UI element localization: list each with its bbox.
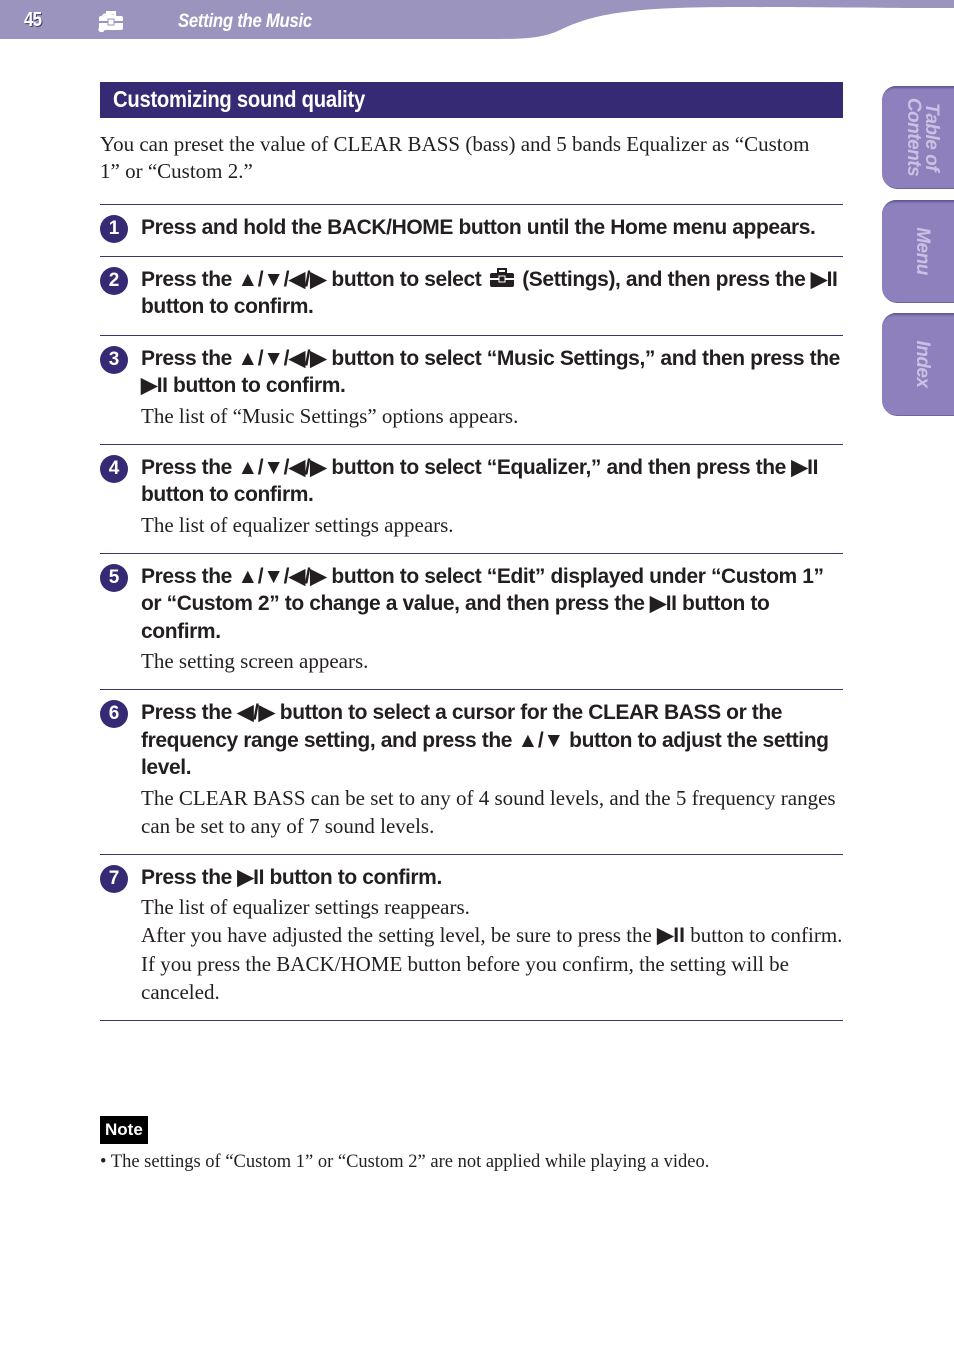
step-number-badge: 3 — [100, 345, 128, 374]
tab-label: Table of Contents — [903, 97, 942, 177]
text: Press the — [141, 865, 238, 889]
text: button to confirm. — [141, 295, 314, 318]
tab-menu[interactable]: Menu — [882, 200, 954, 302]
text: button to select “Music Settings,” and t… — [325, 346, 840, 370]
tab-label: Index — [912, 340, 933, 388]
text: After you have adjusted the setting leve… — [141, 923, 658, 947]
direction-buttons-symbol: ▲/▼/◀/▶ — [237, 455, 326, 479]
step-1: 1 Press and hold the BACK/HOME button un… — [100, 204, 843, 256]
text: button to confirm. — [141, 483, 314, 506]
text: Press the — [141, 701, 238, 724]
step-title: Press the ▲/▼/◀/▶ button to select “Edit… — [141, 563, 843, 646]
section-title: Customizing sound quality — [113, 86, 366, 112]
text: Press the — [141, 564, 238, 588]
step-description: The list of “Music Settings” options app… — [141, 402, 843, 430]
tab-label: Menu — [912, 227, 933, 275]
step-title: Press the ▲/▼/◀/▶ button to select (Sett… — [141, 266, 843, 321]
step-title: Press and hold the BACK/HOME button unti… — [141, 216, 816, 239]
step-description: The list of equalizer settings appears. — [141, 511, 843, 539]
text: button to confirm. — [264, 865, 442, 889]
note-text: • The settings of “Custom 1” or “Custom … — [100, 1152, 710, 1172]
step-5: 5 Press the ▲/▼/◀/▶ button to select “Ed… — [100, 552, 843, 690]
section-heading: Customizing sound quality — [100, 82, 843, 118]
direction-buttons-symbol: ▲/▼/◀/▶ — [237, 346, 326, 370]
page-header: 45 Setting the Music — [0, 0, 954, 40]
desc-line: The list of equalizer settings reappears… — [141, 895, 470, 919]
direction-buttons-symbol: ▲/▼/◀/▶ — [237, 267, 326, 291]
play-pause-symbol: ▶II — [791, 455, 819, 479]
step-4: 4 Press the ▲/▼/◀/▶ button to select “Eq… — [100, 443, 843, 553]
step-3: 3 Press the ▲/▼/◀/▶ button to select “Mu… — [100, 334, 843, 444]
text: Press the — [141, 455, 238, 479]
step-number-badge: 1 — [100, 215, 128, 243]
play-pause-symbol: ▶II — [141, 374, 168, 397]
text: button to confirm. — [167, 374, 346, 397]
step-number-badge: 7 — [100, 864, 128, 893]
tab-table-of-contents[interactable]: Table of Contents — [882, 86, 954, 188]
step-number-badge: 5 — [100, 563, 128, 592]
step-7: 7 Press the ▶II button to confirm. The l… — [100, 853, 843, 1021]
text: button to select “Equalizer,” and then p… — [325, 455, 792, 479]
direction-buttons-symbol: ▲/▼/◀/▶ — [237, 564, 326, 588]
page-number: 45 — [24, 9, 42, 31]
step-title: Press the ▶II button to confirm. — [141, 864, 843, 892]
text: (Settings), and then press the — [522, 267, 811, 291]
step-6: 6 Press the ◀/▶ button to select a curso… — [100, 689, 843, 854]
step-number-badge: 2 — [100, 266, 128, 295]
left-right-buttons-symbol: ◀/▶ — [237, 701, 275, 724]
step-description: The CLEAR BASS can be set to any of 4 so… — [141, 784, 843, 840]
play-pause-symbol: ▶II — [810, 267, 838, 291]
steps-list: 1 Press and hold the BACK/HOME button un… — [100, 204, 843, 1021]
step-title: Press the ▲/▼/◀/▶ button to select “Musi… — [141, 345, 843, 400]
step-number-badge: 4 — [100, 454, 128, 483]
note-label: Note — [100, 1116, 148, 1144]
header-bar-shape — [0, 0, 954, 39]
settings-toolbox-icon — [487, 266, 517, 294]
desc-line: The setting screen appears. — [141, 649, 369, 673]
text: Press the — [141, 346, 238, 370]
up-down-buttons-symbol: ▲/▼ — [517, 728, 565, 752]
tab-index[interactable]: Index — [882, 313, 954, 415]
desc-line: After you have adjusted the setting leve… — [141, 921, 843, 1006]
header-title: Setting the Music — [178, 11, 312, 32]
step-title: Press the ◀/▶ button to select a cursor … — [141, 699, 843, 782]
step-description: The list of equalizer settings reappears… — [141, 893, 843, 1006]
text: Press the — [141, 267, 238, 291]
desc-line: The list of “Music Settings” options app… — [141, 403, 519, 428]
step-description: The setting screen appears. — [141, 647, 843, 675]
desc-line: The CLEAR BASS can be set to any of 4 so… — [141, 785, 836, 838]
play-pause-symbol: ▶II — [237, 865, 265, 889]
play-pause-symbol: ▶II — [649, 592, 677, 615]
step-2: 2 Press the ▲/▼/◀/▶ button to select (Se… — [100, 255, 843, 335]
intro-paragraph: You can preset the value of CLEAR BASS (… — [100, 132, 810, 183]
play-pause-symbol: ▶II — [657, 924, 685, 947]
step-title: Press the ▲/▼/◀/▶ button to select “Equa… — [141, 454, 843, 509]
step-number-badge: 6 — [100, 700, 128, 728]
desc-line: The list of equalizer settings appears. — [141, 512, 454, 537]
text: button to select — [325, 267, 487, 291]
